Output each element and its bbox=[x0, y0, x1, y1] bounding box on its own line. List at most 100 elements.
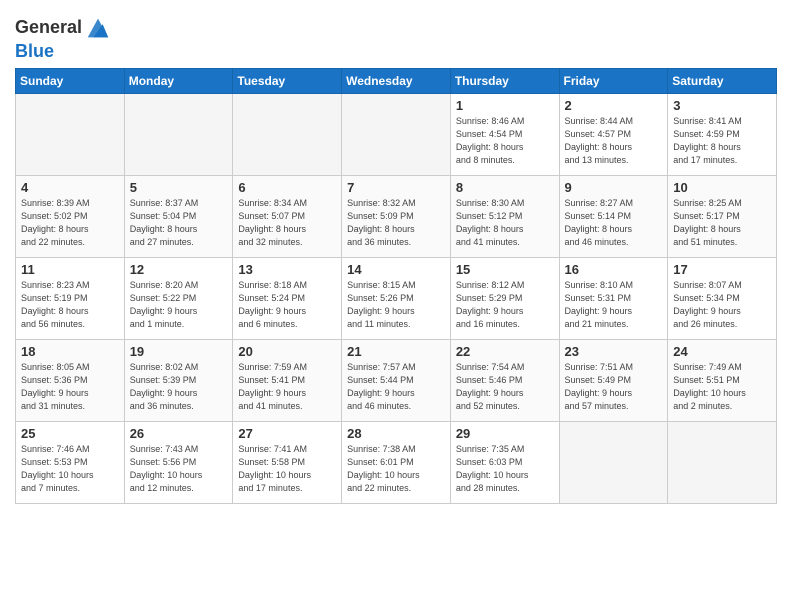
calendar-cell: 21 Sunrise: 7:57 AM Sunset: 5:44 PM Dayli… bbox=[342, 340, 451, 422]
calendar-body: 1 Sunrise: 8:46 AM Sunset: 4:54 PM Daylig… bbox=[16, 94, 777, 504]
calendar-cell: 8 Sunrise: 8:30 AM Sunset: 5:12 PM Daylig… bbox=[450, 176, 559, 258]
day-info: Sunrise: 7:35 AM Sunset: 6:03 PM Dayligh… bbox=[456, 443, 554, 495]
day-number: 17 bbox=[673, 262, 771, 277]
day-info: Sunrise: 7:43 AM Sunset: 5:56 PM Dayligh… bbox=[130, 443, 228, 495]
calendar-cell bbox=[233, 94, 342, 176]
day-number: 12 bbox=[130, 262, 228, 277]
day-info: Sunrise: 7:51 AM Sunset: 5:49 PM Dayligh… bbox=[565, 361, 663, 413]
day-number: 1 bbox=[456, 98, 554, 113]
calendar-cell bbox=[559, 422, 668, 504]
calendar-cell: 3 Sunrise: 8:41 AM Sunset: 4:59 PM Daylig… bbox=[668, 94, 777, 176]
calendar-cell: 27 Sunrise: 7:41 AM Sunset: 5:58 PM Dayli… bbox=[233, 422, 342, 504]
calendar-cell: 5 Sunrise: 8:37 AM Sunset: 5:04 PM Daylig… bbox=[124, 176, 233, 258]
calendar-week: 1 Sunrise: 8:46 AM Sunset: 4:54 PM Daylig… bbox=[16, 94, 777, 176]
day-info: Sunrise: 8:02 AM Sunset: 5:39 PM Dayligh… bbox=[130, 361, 228, 413]
calendar-cell: 12 Sunrise: 8:20 AM Sunset: 5:22 PM Dayli… bbox=[124, 258, 233, 340]
day-number: 7 bbox=[347, 180, 445, 195]
calendar-cell: 24Sunrise: 7:49 AM Sunset: 5:51 PM Dayli… bbox=[668, 340, 777, 422]
day-number: 29 bbox=[456, 426, 554, 441]
calendar-cell: 10Sunrise: 8:25 AM Sunset: 5:17 PM Dayli… bbox=[668, 176, 777, 258]
day-info: Sunrise: 7:49 AM Sunset: 5:51 PM Dayligh… bbox=[673, 361, 771, 413]
calendar-week: 25 Sunrise: 7:46 AM Sunset: 5:53 PM Dayli… bbox=[16, 422, 777, 504]
logo-text: General bbox=[15, 18, 82, 38]
calendar-cell: 9 Sunrise: 8:27 AM Sunset: 5:14 PM Daylig… bbox=[559, 176, 668, 258]
day-number: 20 bbox=[238, 344, 336, 359]
day-info: Sunrise: 8:15 AM Sunset: 5:26 PM Dayligh… bbox=[347, 279, 445, 331]
calendar-cell: 7 Sunrise: 8:32 AM Sunset: 5:09 PM Daylig… bbox=[342, 176, 451, 258]
calendar-cell: 15 Sunrise: 8:12 AM Sunset: 5:29 PM Dayli… bbox=[450, 258, 559, 340]
day-info: Sunrise: 8:20 AM Sunset: 5:22 PM Dayligh… bbox=[130, 279, 228, 331]
calendar-cell bbox=[342, 94, 451, 176]
day-info: Sunrise: 8:41 AM Sunset: 4:59 PM Dayligh… bbox=[673, 115, 771, 167]
day-number: 2 bbox=[565, 98, 663, 113]
calendar-cell bbox=[16, 94, 125, 176]
weekday-header: Monday bbox=[124, 69, 233, 94]
logo-icon bbox=[84, 14, 112, 42]
day-info: Sunrise: 7:46 AM Sunset: 5:53 PM Dayligh… bbox=[21, 443, 119, 495]
page-container: General Blue SundayMondayTuesdayWednesda… bbox=[0, 0, 792, 514]
day-number: 6 bbox=[238, 180, 336, 195]
calendar-cell: 29 Sunrise: 7:35 AM Sunset: 6:03 PM Dayli… bbox=[450, 422, 559, 504]
weekday-header: Tuesday bbox=[233, 69, 342, 94]
calendar-cell: 16Sunrise: 8:10 AM Sunset: 5:31 PM Dayli… bbox=[559, 258, 668, 340]
day-info: Sunrise: 8:44 AM Sunset: 4:57 PM Dayligh… bbox=[565, 115, 663, 167]
calendar-cell: 4Sunrise: 8:39 AM Sunset: 5:02 PM Daylig… bbox=[16, 176, 125, 258]
day-number: 28 bbox=[347, 426, 445, 441]
weekday-header: Saturday bbox=[668, 69, 777, 94]
calendar-header: SundayMondayTuesdayWednesdayThursdayFrid… bbox=[16, 69, 777, 94]
day-info: Sunrise: 8:39 AM Sunset: 5:02 PM Dayligh… bbox=[21, 197, 119, 249]
day-info: Sunrise: 8:37 AM Sunset: 5:04 PM Dayligh… bbox=[130, 197, 228, 249]
day-info: Sunrise: 7:38 AM Sunset: 6:01 PM Dayligh… bbox=[347, 443, 445, 495]
day-number: 15 bbox=[456, 262, 554, 277]
weekday-header: Thursday bbox=[450, 69, 559, 94]
weekday-header: Friday bbox=[559, 69, 668, 94]
day-number: 9 bbox=[565, 180, 663, 195]
day-number: 13 bbox=[238, 262, 336, 277]
day-number: 8 bbox=[456, 180, 554, 195]
logo: General Blue bbox=[15, 14, 112, 62]
day-number: 19 bbox=[130, 344, 228, 359]
day-info: Sunrise: 8:12 AM Sunset: 5:29 PM Dayligh… bbox=[456, 279, 554, 331]
calendar-week: 18 Sunrise: 8:05 AM Sunset: 5:36 PM Dayli… bbox=[16, 340, 777, 422]
day-info: Sunrise: 7:57 AM Sunset: 5:44 PM Dayligh… bbox=[347, 361, 445, 413]
day-number: 23 bbox=[565, 344, 663, 359]
calendar-cell: 1 Sunrise: 8:46 AM Sunset: 4:54 PM Daylig… bbox=[450, 94, 559, 176]
calendar-cell: 22 Sunrise: 7:54 AM Sunset: 5:46 PM Dayli… bbox=[450, 340, 559, 422]
day-info: Sunrise: 7:59 AM Sunset: 5:41 PM Dayligh… bbox=[238, 361, 336, 413]
day-info: Sunrise: 8:23 AM Sunset: 5:19 PM Dayligh… bbox=[21, 279, 119, 331]
calendar-table: SundayMondayTuesdayWednesdayThursdayFrid… bbox=[15, 68, 777, 504]
day-info: Sunrise: 7:54 AM Sunset: 5:46 PM Dayligh… bbox=[456, 361, 554, 413]
calendar-cell: 20 Sunrise: 7:59 AM Sunset: 5:41 PM Dayli… bbox=[233, 340, 342, 422]
calendar-cell: 28 Sunrise: 7:38 AM Sunset: 6:01 PM Dayli… bbox=[342, 422, 451, 504]
day-info: Sunrise: 8:46 AM Sunset: 4:54 PM Dayligh… bbox=[456, 115, 554, 167]
day-info: Sunrise: 8:34 AM Sunset: 5:07 PM Dayligh… bbox=[238, 197, 336, 249]
logo-blue-text: Blue bbox=[15, 41, 54, 61]
day-info: Sunrise: 8:18 AM Sunset: 5:24 PM Dayligh… bbox=[238, 279, 336, 331]
day-info: Sunrise: 8:27 AM Sunset: 5:14 PM Dayligh… bbox=[565, 197, 663, 249]
day-info: Sunrise: 8:30 AM Sunset: 5:12 PM Dayligh… bbox=[456, 197, 554, 249]
day-number: 25 bbox=[21, 426, 119, 441]
calendar-week: 4Sunrise: 8:39 AM Sunset: 5:02 PM Daylig… bbox=[16, 176, 777, 258]
calendar-cell: 18 Sunrise: 8:05 AM Sunset: 5:36 PM Dayli… bbox=[16, 340, 125, 422]
calendar-cell: 2 Sunrise: 8:44 AM Sunset: 4:57 PM Daylig… bbox=[559, 94, 668, 176]
day-number: 26 bbox=[130, 426, 228, 441]
day-info: Sunrise: 8:07 AM Sunset: 5:34 PM Dayligh… bbox=[673, 279, 771, 331]
day-number: 5 bbox=[130, 180, 228, 195]
day-number: 3 bbox=[673, 98, 771, 113]
day-number: 16 bbox=[565, 262, 663, 277]
calendar-cell: 19 Sunrise: 8:02 AM Sunset: 5:39 PM Dayli… bbox=[124, 340, 233, 422]
day-number: 21 bbox=[347, 344, 445, 359]
day-number: 22 bbox=[456, 344, 554, 359]
weekday-header: Wednesday bbox=[342, 69, 451, 94]
day-info: Sunrise: 8:05 AM Sunset: 5:36 PM Dayligh… bbox=[21, 361, 119, 413]
day-info: Sunrise: 8:32 AM Sunset: 5:09 PM Dayligh… bbox=[347, 197, 445, 249]
day-number: 10 bbox=[673, 180, 771, 195]
calendar-cell: 11Sunrise: 8:23 AM Sunset: 5:19 PM Dayli… bbox=[16, 258, 125, 340]
calendar-cell bbox=[124, 94, 233, 176]
day-number: 14 bbox=[347, 262, 445, 277]
calendar-cell: 17 Sunrise: 8:07 AM Sunset: 5:34 PM Dayli… bbox=[668, 258, 777, 340]
day-number: 27 bbox=[238, 426, 336, 441]
calendar-cell: 25 Sunrise: 7:46 AM Sunset: 5:53 PM Dayli… bbox=[16, 422, 125, 504]
day-info: Sunrise: 7:41 AM Sunset: 5:58 PM Dayligh… bbox=[238, 443, 336, 495]
day-number: 18 bbox=[21, 344, 119, 359]
